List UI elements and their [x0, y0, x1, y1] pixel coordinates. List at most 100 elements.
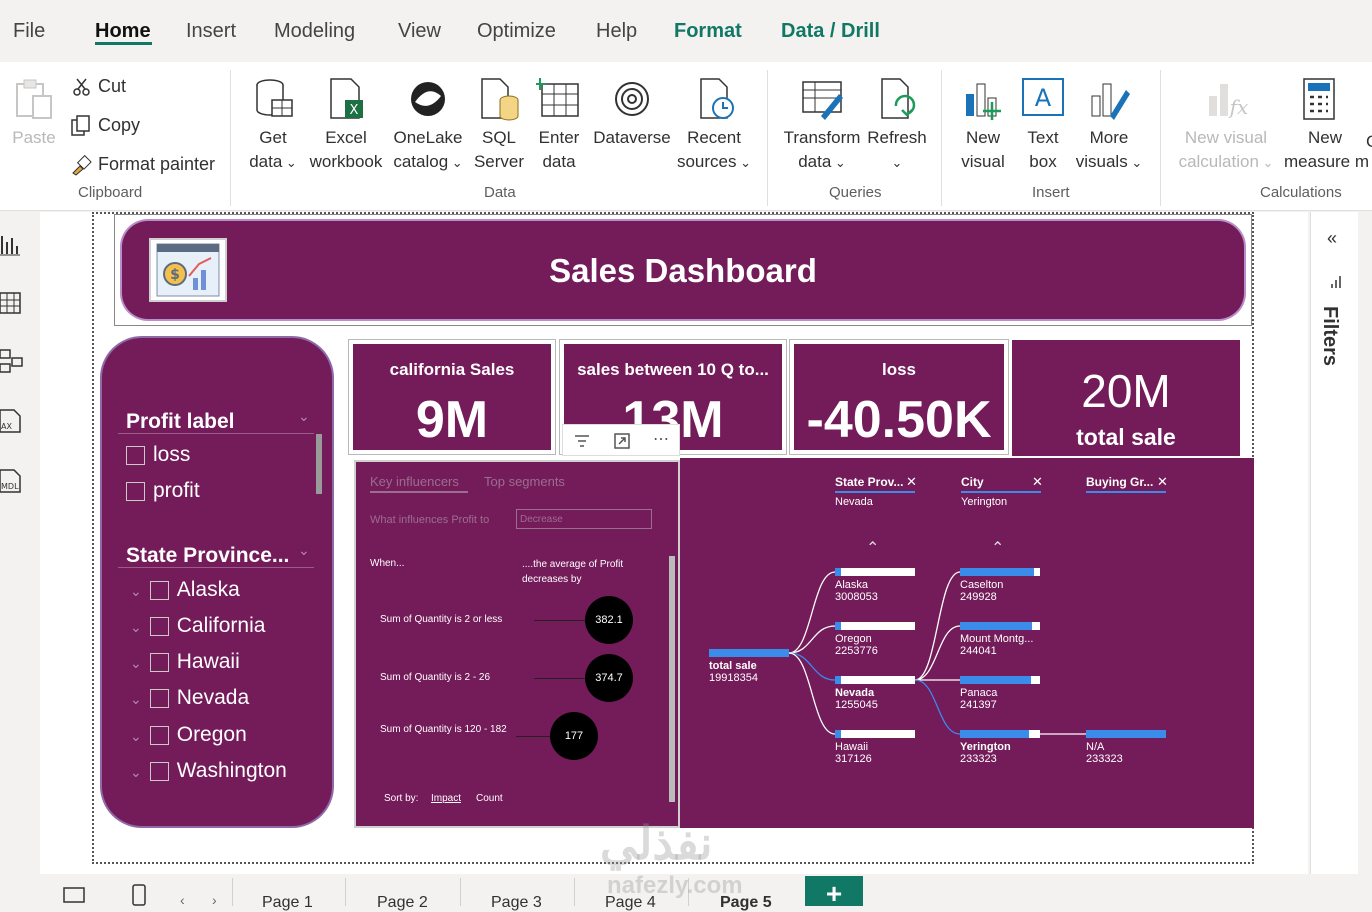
- chevron-down-icon[interactable]: ⌄: [298, 542, 310, 559]
- report-view-icon[interactable]: [0, 232, 24, 258]
- dataverse-button[interactable]: Dataverse: [590, 76, 674, 150]
- menu-tab-format[interactable]: Format: [674, 20, 742, 43]
- focus-mode-icon[interactable]: [613, 432, 631, 450]
- tree-city-node-bar[interactable]: [960, 622, 1040, 630]
- close-icon[interactable]: ✕: [1032, 474, 1043, 490]
- transform-data-button[interactable]: Transform data ⌄: [780, 76, 864, 175]
- close-icon[interactable]: ✕: [906, 474, 917, 490]
- tree-state-node-bar[interactable]: [835, 730, 915, 738]
- menu-tab-help[interactable]: Help: [596, 20, 637, 43]
- slicer-item-loss[interactable]: loss: [126, 443, 190, 467]
- checkbox[interactable]: [149, 688, 169, 708]
- close-icon[interactable]: ✕: [1157, 474, 1168, 490]
- tab-top-segments[interactable]: Top segments: [484, 474, 565, 489]
- page-tab-2[interactable]: Page 2: [377, 894, 428, 912]
- tree-level-header[interactable]: State Prov...: [835, 475, 903, 489]
- enter-data-button[interactable]: Enter data: [534, 76, 584, 174]
- page-tab-3[interactable]: Page 3: [491, 894, 542, 912]
- checkbox[interactable]: [149, 725, 169, 745]
- checkbox[interactable]: [126, 445, 145, 465]
- influencer-target-dropdown[interactable]: Decrease: [516, 509, 652, 529]
- slicer-item-profit[interactable]: profit: [126, 479, 200, 503]
- text-box-button[interactable]: A Text box: [1018, 76, 1068, 174]
- menu-tab-modeling[interactable]: Modeling: [274, 20, 355, 43]
- cut-button[interactable]: Cut: [72, 76, 126, 97]
- chevron-down-icon[interactable]: ⌄: [298, 408, 310, 425]
- menu-tab-home[interactable]: Home: [95, 20, 151, 43]
- refresh-button[interactable]: Refresh ⌄: [866, 76, 928, 175]
- copy-button[interactable]: Copy: [70, 115, 140, 137]
- slicer-item-hawaii[interactable]: ⌄ Hawaii: [130, 650, 240, 674]
- tmdl-view-icon[interactable]: MDL: [0, 468, 24, 494]
- format-painter-button[interactable]: Format painter: [70, 154, 215, 176]
- influencer-bubble[interactable]: 177: [550, 712, 598, 760]
- checkbox[interactable]: [149, 580, 169, 600]
- tab-key-influencers[interactable]: Key influencers: [370, 474, 459, 489]
- mobile-layout-icon[interactable]: [131, 884, 147, 906]
- checkbox[interactable]: [149, 652, 169, 672]
- tree-state-node-bar[interactable]: [835, 676, 915, 684]
- scroll-up-chevron-icon[interactable]: ⌃: [866, 538, 879, 558]
- sort-impact-option[interactable]: Impact: [431, 793, 461, 804]
- influencer-bubble[interactable]: 382.1: [585, 596, 633, 644]
- desktop-layout-icon[interactable]: [62, 886, 86, 906]
- recent-sources-button[interactable]: Recent sources ⌄: [676, 76, 752, 175]
- influencer-bubble[interactable]: 374.7: [585, 654, 633, 702]
- slicer-item-label: Alaska: [176, 578, 240, 601]
- excel-workbook-button[interactable]: X Excel workbook: [305, 76, 387, 174]
- dax-query-view-icon[interactable]: AX: [0, 408, 24, 434]
- filters-pane-label[interactable]: Filters: [1318, 306, 1341, 366]
- slicer-item-alaska[interactable]: ⌄ Alaska: [130, 578, 240, 602]
- scroll-up-chevron-icon[interactable]: ⌃: [991, 538, 1004, 558]
- tree-level-header[interactable]: City: [961, 475, 984, 489]
- tree-city-node-bar[interactable]: [960, 676, 1040, 684]
- sort-count-option[interactable]: Count: [476, 793, 503, 804]
- paste-button[interactable]: Paste: [8, 76, 60, 150]
- model-view-icon[interactable]: [0, 348, 24, 374]
- checkbox[interactable]: [149, 761, 169, 781]
- menu-tab-optimize[interactable]: Optimize: [477, 20, 556, 43]
- tree-buying-node-bar[interactable]: [1086, 730, 1166, 738]
- new-visual-calculation-button[interactable]: fx New visual calculation ⌄: [1174, 76, 1278, 175]
- table-view-icon[interactable]: [0, 290, 24, 316]
- tree-state-node-bar[interactable]: [835, 568, 915, 576]
- new-visual-button[interactable]: New visual: [956, 76, 1010, 174]
- add-page-button[interactable]: +: [805, 876, 863, 909]
- tree-level-header[interactable]: Buying Gr...: [1086, 475, 1153, 489]
- menu-tab-data-drill[interactable]: Data / Drill: [781, 20, 880, 43]
- expand-chevron-icon[interactable]: ⌄: [130, 764, 142, 780]
- sql-server-button[interactable]: SQL Server: [472, 76, 526, 174]
- slicer-item-nevada[interactable]: ⌄ Nevada: [130, 686, 249, 710]
- menu-tab-view[interactable]: View: [398, 20, 441, 43]
- card-title: california Sales: [389, 360, 515, 379]
- slicer-item-washington[interactable]: ⌄ Washington: [130, 759, 287, 783]
- kpi-card-california-sales[interactable]: california Sales 9M: [349, 340, 555, 454]
- expand-chevron-icon[interactable]: ⌄: [130, 619, 142, 635]
- more-visuals-button[interactable]: More visuals ⌄: [1074, 76, 1144, 175]
- influencers-scrollbar[interactable]: [669, 556, 675, 802]
- menu-tab-file[interactable]: File: [13, 20, 45, 43]
- expand-chevron-icon[interactable]: ⌄: [130, 583, 142, 599]
- slicer-scrollbar[interactable]: [316, 434, 322, 494]
- tree-city-node-bar[interactable]: [960, 730, 1040, 738]
- kpi-card-total-sale[interactable]: 20M total sale: [1012, 340, 1240, 456]
- new-measure-button[interactable]: New measure m: [1282, 76, 1372, 174]
- slicer-item-california[interactable]: ⌄ California: [130, 614, 265, 638]
- onelake-catalog-button[interactable]: OneLake catalog ⌄: [392, 76, 464, 175]
- page-tab-1[interactable]: Page 1: [262, 894, 313, 912]
- tree-state-node-bar[interactable]: [835, 622, 915, 630]
- filter-icon[interactable]: [573, 432, 591, 450]
- kpi-card-loss[interactable]: loss -40.50K: [790, 340, 1008, 454]
- slicer-item-oregon[interactable]: ⌄ Oregon: [130, 723, 247, 747]
- tree-city-node-bar[interactable]: [960, 568, 1040, 576]
- tree-root-node-bar[interactable]: [709, 649, 789, 657]
- expand-chevron-icon[interactable]: ⌄: [130, 691, 142, 707]
- more-options-icon[interactable]: ⋯: [653, 429, 669, 449]
- get-data-button[interactable]: Get data ⌄: [244, 76, 302, 175]
- checkbox[interactable]: [149, 616, 169, 636]
- checkbox[interactable]: [126, 481, 145, 501]
- expand-chevron-icon[interactable]: ⌄: [130, 655, 142, 671]
- expand-chevron-icon[interactable]: ⌄: [130, 728, 142, 744]
- menu-tab-insert[interactable]: Insert: [186, 20, 236, 43]
- collapse-chevron-icon[interactable]: «: [1327, 228, 1337, 249]
